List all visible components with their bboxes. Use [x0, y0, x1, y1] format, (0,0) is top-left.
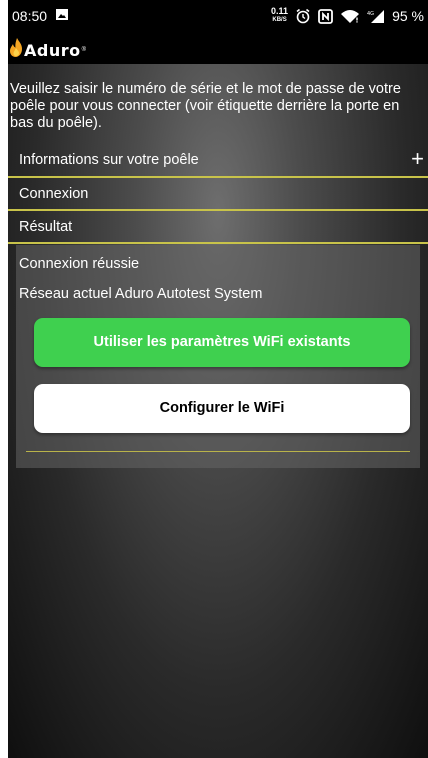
intro-text: Veuillez saisir le numéro de série et le…: [10, 81, 401, 131]
connection-status: Connexion réussie: [19, 256, 140, 272]
expand-icon[interactable]: +: [411, 146, 424, 172]
app-header: Aduro ®: [8, 32, 428, 64]
section-resultat[interactable]: Résultat: [8, 211, 428, 244]
section-connexion[interactable]: Connexion: [8, 178, 428, 211]
current-network: Réseau actuel Aduro Autotest System: [19, 286, 263, 302]
wifi-icon: [340, 9, 360, 24]
gallery-icon: [56, 9, 68, 20]
nfc-icon: [318, 8, 333, 24]
status-icons: 0.11 KB/S 4G 95 %: [271, 7, 424, 25]
flame-icon: [10, 38, 23, 62]
section-connexion-label: Connexion: [19, 186, 89, 202]
configure-wifi-button[interactable]: Configurer le WiFi: [34, 384, 410, 433]
logo-text: Aduro: [24, 40, 81, 60]
section-resultat-label: Résultat: [19, 219, 73, 235]
svg-text:4G: 4G: [367, 11, 374, 17]
section-divider: [8, 242, 428, 244]
status-time: 08:50: [12, 8, 48, 24]
logo-registered-mark: ®: [81, 47, 87, 53]
net-speed-value: 0.11: [271, 6, 289, 16]
net-speed: 0.11 KB/S: [271, 7, 288, 25]
aduro-logo: Aduro ®: [10, 38, 86, 62]
result-panel: Connexion réussie Réseau actuel Aduro Au…: [16, 245, 420, 468]
section-stove-info-label: Informations sur votre poêle: [19, 152, 199, 168]
app-screen: 08:50 0.11 KB/S 4G 95 % Aduro ® Veuillez…: [8, 0, 428, 758]
panel-divider: [26, 451, 410, 452]
battery-level: 95 %: [392, 8, 424, 24]
signal-icon: 4G: [367, 9, 385, 24]
status-bar: 08:50 0.11 KB/S 4G 95 %: [8, 0, 428, 32]
section-stove-info[interactable]: Informations sur votre poêle +: [8, 144, 428, 177]
net-speed-unit: KB/S: [272, 17, 287, 23]
use-existing-wifi-button[interactable]: Utiliser les paramètres WiFi existants: [34, 318, 410, 367]
alarm-icon: [295, 8, 311, 24]
